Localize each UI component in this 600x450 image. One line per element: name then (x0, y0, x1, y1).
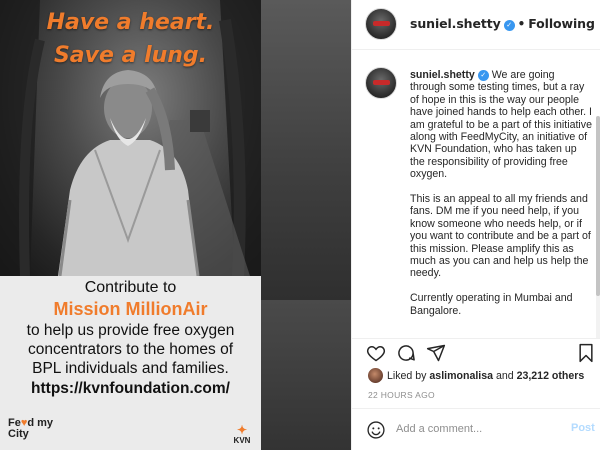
caption-paragraph-2: This is an appeal to all my friends and … (410, 193, 591, 280)
sunglasses-detail (373, 21, 390, 26)
kvn-mark-icon: ✦ (236, 423, 248, 437)
logo-text-part: d my (27, 417, 54, 429)
comment-bar: Post (352, 408, 600, 450)
post-image[interactable]: Have a heart. Save a lung. Contribute to… (0, 0, 351, 450)
action-bar (352, 338, 600, 366)
kvn-logo-text: KVN (233, 436, 251, 445)
logo-text-city: City (8, 428, 29, 440)
feedmycity-logo: Fe♥d my City (8, 418, 53, 440)
kvn-logo: ✦ KVN (226, 424, 258, 445)
grass-area (261, 300, 351, 450)
liker-username[interactable]: aslimonalisa (429, 370, 493, 382)
contribute-text: Contribute to (84, 279, 177, 296)
post-comment-button[interactable]: Post (571, 422, 595, 434)
verified-badge-icon: ✓ (477, 70, 489, 81)
verified-badge-icon: ✓ (503, 20, 515, 31)
caption-paragraph-3: Currently operating in Mumbai and Bangal… (410, 292, 573, 317)
post-details-panel: suniel.shetty ✓ • Following suniel.shetty ✓ … (351, 0, 600, 450)
header-username[interactable]: suniel.shetty (410, 16, 501, 31)
post-header: suniel.shetty ✓ • Following (352, 0, 600, 50)
mission-title: Mission MillionAir (53, 299, 208, 319)
scrollbar-thumb[interactable] (596, 116, 600, 296)
emoji-icon[interactable] (366, 420, 386, 445)
author-avatar[interactable] (365, 8, 397, 40)
header-username-row: suniel.shetty ✓ • Following (410, 16, 595, 31)
likes-and: and (493, 370, 517, 382)
caption-text: suniel.shetty ✓ We are going through some… (410, 69, 592, 329)
body-line-1: to help us provide free oxygen (26, 322, 235, 339)
bookmark-icon[interactable] (577, 343, 595, 368)
comment-input[interactable] (396, 419, 556, 439)
caption-scrollbar[interactable] (596, 116, 600, 338)
foundation-url: https://kvnfoundation.com/ (31, 380, 230, 397)
heart-icon[interactable] (366, 343, 386, 368)
sunglasses-detail (373, 80, 390, 85)
caption-username[interactable]: suniel.shetty (410, 69, 475, 81)
headline-line-1: Have a heart. (46, 10, 215, 35)
likes-others-count[interactable]: 23,212 others (517, 370, 585, 382)
caption-paragraph-1: suniel.shetty ✓ We are going through some… (410, 69, 592, 181)
headline-line-2: Save a lung. (53, 43, 208, 68)
caption-avatar[interactable] (365, 67, 397, 99)
likes-row[interactable]: Liked by aslimonalisa and 23,212 others (368, 368, 584, 384)
share-icon[interactable] (426, 343, 446, 368)
caption-body-1: We are going through some testing times,… (410, 69, 592, 181)
liker-avatar[interactable] (368, 368, 383, 383)
separator-dot: • (517, 17, 526, 31)
post-headline: Have a heart. Save a lung. (0, 6, 261, 72)
caption-area: suniel.shetty ✓ We are going through some… (352, 56, 600, 338)
comment-icon[interactable] (396, 343, 416, 368)
body-line-3: BPL individuals and families. (32, 360, 229, 377)
post-timestamp[interactable]: 22 HOURS AGO (368, 390, 435, 400)
body-line-2: concentrators to the homes of (27, 341, 234, 358)
likes-prefix: Liked by (387, 370, 430, 382)
photo-background-strip (261, 0, 351, 450)
following-button[interactable]: Following (528, 16, 595, 31)
